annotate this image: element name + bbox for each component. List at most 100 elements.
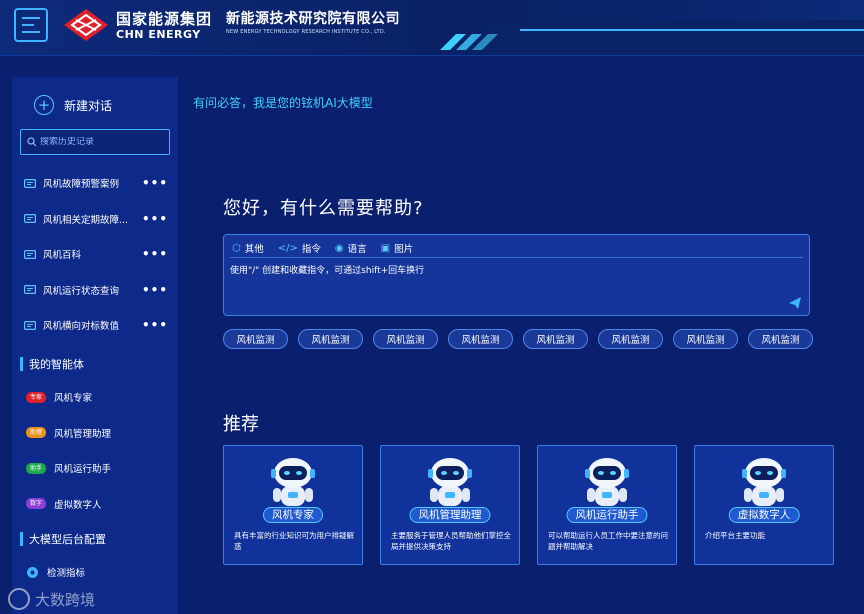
voice-icon: ◉ [334,242,344,254]
new-chat-label: 新建对话 [64,98,113,113]
recommend-card[interactable]: 风机运行助手可以帮助运行人员工作中要注意的问题并帮助解决 [537,445,677,565]
quick-chip[interactable]: 风机监测 [598,329,663,349]
agent-tag-badge: 专家 [26,391,46,403]
section-bar-icon [20,532,23,546]
gauge-icon [26,566,39,579]
history-item-label: 风机故障预警案例 [43,179,120,190]
chat-bubble-icon [24,285,43,294]
quick-chip[interactable]: 风机监测 [748,329,813,349]
quick-chip-row: 风机监测 风机监测 风机监测 风机监测 风机监测 风机监测 风机监测 风机监测 [223,329,813,349]
toolbar-code-button[interactable]: </> 指令 [278,241,321,256]
history-item[interactable]: 风机横向对标数值 ••• [24,317,168,333]
card-name: 风机管理助理 [409,507,491,523]
quick-chip[interactable]: 风机监测 [673,329,738,349]
toolbar-label: 其他 [244,244,264,255]
search-icon [27,137,37,147]
quick-chip[interactable]: 风机监测 [373,329,438,349]
brand-name-en: CHN ENERGY [116,28,201,41]
history-item[interactable]: 风机故障预警案例 ••• [24,175,168,191]
history-item-label: 风机相关定期故障... [43,214,129,226]
watermark: 大数跨境 [8,588,95,610]
sidebar: + 新建对话 风机故障预警案例•••风机相关定期故障...•••风机百科•••风… [12,77,178,614]
agent-tag-badge: 数字 [26,498,46,509]
history-item[interactable]: 风机百科 ••• [24,246,168,262]
card-description: 可以帮助运行人员工作中要注意的问题并帮助解决 [548,531,668,551]
greeting-heading: 您好，有什么需要帮助? [223,198,424,219]
agent-item[interactable]: 专家 风机专家 [26,390,92,404]
chat-bubble-icon [24,214,43,223]
quick-chip[interactable]: 风机监测 [223,329,288,349]
more-options-icon[interactable]: ••• [142,318,168,332]
config-item-label: 检测指标 [47,568,86,579]
card-name: 风机专家 [263,507,323,523]
brand-name-cn: 国家能源集团 [116,10,213,28]
recommend-card[interactable]: 风机管理助理主要服务于管理人员帮助他们掌控全局并提供决策支持 [380,445,520,565]
quick-chip[interactable]: 风机监测 [298,329,363,349]
agent-label: 风机专家 [54,393,93,404]
toolbar-cube-button[interactable]: ⬡ 其他 [232,241,264,256]
card-name: 虚拟数字人 [728,507,800,523]
quick-chip[interactable]: 风机监测 [523,329,588,349]
more-options-icon[interactable]: ••• [142,212,168,226]
agent-item[interactable]: 助理 风机管理助理 [26,426,111,440]
history-search-input[interactable] [40,137,160,147]
quick-chip[interactable]: 风机监测 [448,329,513,349]
card-description: 主要服务于管理人员帮助他们掌控全局并提供决策支持 [391,531,511,551]
org-name-en: NEW ENERGY TECHNOLOGY RESEARCH INSTITUTE… [226,29,386,35]
cube-icon: ⬡ [232,242,241,254]
config-section-title: 大模型后台配置 [20,531,106,547]
robot-avatar-icon [733,454,795,510]
chn-energy-logo [64,9,108,41]
recommend-cards: 风机专家 具有丰富的行业知识可为用户排疑解惑 风机管理助理 主要服务于管理人员帮助他们… [223,445,834,565]
more-options-icon[interactable]: ••• [142,247,168,261]
header-decoration [440,20,864,55]
more-options-icon[interactable]: ••• [142,176,168,190]
watermark-logo-icon [8,588,30,610]
card-name: 风机运行助手 [566,507,648,523]
config-item[interactable]: 检测指标 [26,565,85,579]
history-item[interactable]: 风机相关定期故障... ••• [24,211,168,227]
plus-circle-icon: + [34,95,54,115]
toolbar-divider [230,257,803,258]
history-item[interactable]: 风机运行状态查询 ••• [24,282,168,298]
recommend-card[interactable]: 虚拟数字人介绍平台主要功能 [694,445,834,565]
agent-label: 虚拟数字人 [54,499,102,511]
robot-avatar-icon [576,454,638,510]
chat-bubble-icon [24,320,43,330]
agent-tag-badge: 助手 [26,462,46,474]
app-header: 国家能源集团 CHN ENERGY 新能源技术研究院有限公司 NEW ENERG… [0,0,864,56]
chat-input-panel[interactable]: ⬡ 其他 </> 指令 ◉ 语言 ▣ 图片 使用"/" 创建和收藏指令，可通过shift+回车… [223,234,810,316]
history-item-label: 风机运行状态查询 [43,285,120,297]
agents-section-title: 我的智能体 [20,356,84,372]
chat-input-placeholder[interactable]: 使用"/" 创建和收藏指令，可通过shift+回车换行 [230,263,424,276]
new-chat-button[interactable]: + 新建对话 [34,95,112,115]
toolbar-label: 指令 [301,244,321,255]
toolbar-label: 语言 [347,244,367,255]
input-toolbar: ⬡ 其他 </> 指令 ◉ 语言 ▣ 图片 [232,241,413,256]
history-item-label: 风机横向对标数值 [43,321,120,332]
robot-avatar-icon [262,454,324,510]
send-icon[interactable] [789,297,801,309]
agents-title-text: 我的智能体 [29,358,84,371]
agent-label: 风机运行助手 [54,464,112,475]
main-panel: 有问必答，我是您的铉机AI大模型 您好，有什么需要帮助? ⬡ 其他 </> 指令 ◉ 语言… [178,77,864,614]
org-name-cn: 新能源技术研究院有限公司 [226,11,400,27]
recommend-title: 推荐 [223,414,259,435]
section-bar-icon [20,357,23,371]
toolbar-image-button[interactable]: ▣ 图片 [380,241,413,256]
recommend-card[interactable]: 风机专家具有丰富的行业知识可为用户排疑解惑 [223,445,363,565]
image-icon: ▣ [380,242,391,254]
agent-tag-badge: 助理 [26,427,46,438]
toolbar-voice-button[interactable]: ◉ 语言 [334,241,367,256]
agent-item[interactable]: 数字 虚拟数字人 [26,497,102,511]
card-description: 介绍平台主要功能 [705,531,765,540]
assistant-subtitle: 有问必答，我是您的铉机AI大模型 [193,96,373,110]
chat-bubble-icon [24,178,43,188]
watermark-text: 大数跨境 [35,590,96,609]
robot-avatar-icon [419,454,481,510]
history-search-box[interactable] [20,129,170,155]
menu-toggle-icon[interactable] [14,8,48,42]
more-options-icon[interactable]: ••• [142,283,168,297]
card-description: 具有丰富的行业知识可为用户排疑解惑 [234,531,354,551]
agent-item[interactable]: 助手 风机运行助手 [26,461,111,475]
